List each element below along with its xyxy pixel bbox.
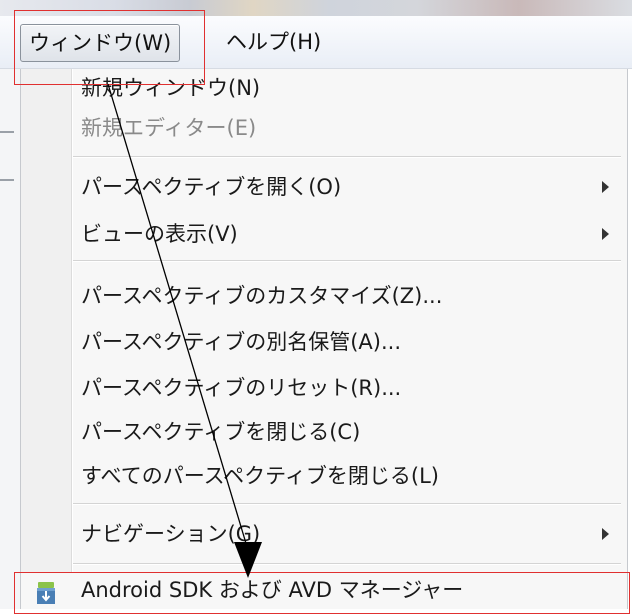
menu-separator	[73, 563, 621, 564]
background-window-strip	[0, 0, 632, 16]
background-window-edge	[0, 69, 20, 609]
menu-separator	[73, 260, 621, 261]
menu-item-save-perspective-as[interactable]: パースペクティブの別名保管(A)...	[81, 325, 401, 359]
android-sdk-manager-icon	[37, 582, 55, 604]
menu-item-close-all-perspectives[interactable]: すべてのパースペクティブを閉じる(L)	[81, 459, 439, 493]
menu-bar: ウィンドウ(W) ヘルプ(H)	[0, 16, 632, 69]
background-line	[0, 131, 14, 133]
menu-item-customize-perspective[interactable]: パースペクティブのカスタマイズ(Z)...	[81, 279, 442, 313]
submenu-arrow-icon	[602, 181, 609, 193]
menu-help[interactable]: ヘルプ(H)	[218, 24, 329, 60]
window-menu-dropdown: 新規ウィンドウ(N) 新規エディター(E) パースペクティブを開く(O) ビュー…	[20, 69, 628, 609]
menu-item-reset-perspective[interactable]: パースペクティブのリセット(R)...	[81, 371, 401, 405]
menu-icon-gutter	[21, 69, 73, 609]
menu-item-android-sdk-avd-manager[interactable]: Android SDK および AVD マネージャー	[21, 572, 627, 609]
menu-separator	[73, 503, 621, 504]
menu-item-navigation[interactable]: ナビゲーション(G)	[81, 517, 260, 551]
submenu-arrow-icon	[602, 228, 609, 240]
menu-window[interactable]: ウィンドウ(W)	[20, 24, 181, 62]
menu-item-show-view[interactable]: ビューの表示(V)	[81, 217, 238, 251]
menu-item-close-perspective[interactable]: パースペクティブを閉じる(C)	[81, 415, 360, 449]
background-line	[0, 179, 14, 181]
android-sdk-avd-manager-label: Android SDK および AVD マネージャー	[81, 578, 464, 602]
menu-item-new-window[interactable]: 新規ウィンドウ(N)	[81, 71, 260, 105]
menu-item-new-editor[interactable]: 新規エディター(E)	[81, 111, 256, 145]
submenu-arrow-icon	[602, 528, 609, 540]
menu-item-open-perspective[interactable]: パースペクティブを開く(O)	[81, 170, 341, 204]
menu-separator	[73, 156, 621, 157]
